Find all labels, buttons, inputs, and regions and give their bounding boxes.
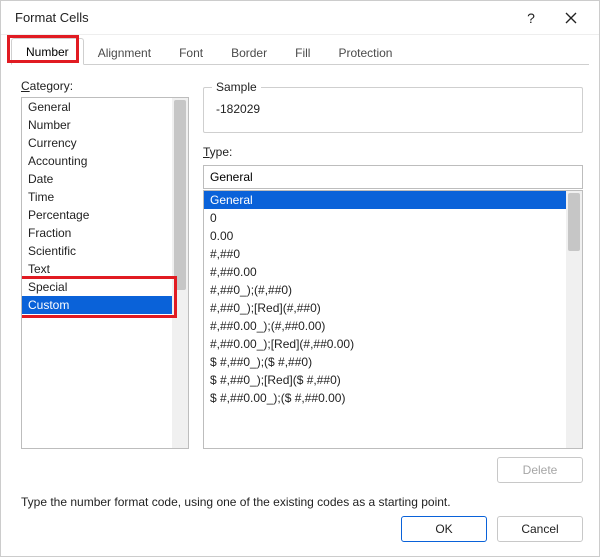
scrollbar-track[interactable] — [566, 191, 582, 448]
tab-border[interactable]: Border — [217, 40, 281, 65]
list-item[interactable]: Scientific — [22, 242, 172, 260]
dialog-title: Format Cells — [15, 10, 89, 25]
close-icon — [565, 12, 577, 24]
list-item[interactable]: 0.00 — [204, 227, 566, 245]
list-item[interactable]: Date — [22, 170, 172, 188]
tab-alignment[interactable]: Alignment — [84, 40, 165, 65]
sample-group: Sample -182029 — [203, 87, 583, 133]
type-listbox[interactable]: General00.00#,##0#,##0.00#,##0_);(#,##0)… — [203, 190, 583, 449]
ok-button[interactable]: OK — [401, 516, 487, 542]
list-item[interactable]: Accounting — [22, 152, 172, 170]
list-item[interactable]: General — [204, 191, 566, 209]
list-item[interactable]: 0 — [204, 209, 566, 227]
tab-protection[interactable]: Protection — [324, 40, 406, 65]
cancel-button[interactable]: Cancel — [497, 516, 583, 542]
list-item[interactable]: Fraction — [22, 224, 172, 242]
dialog-footer: OK Cancel — [401, 516, 583, 542]
list-item[interactable]: Time — [22, 188, 172, 206]
delete-button[interactable]: Delete — [497, 457, 583, 483]
scrollbar-thumb[interactable] — [568, 193, 580, 251]
list-item[interactable]: Currency — [22, 134, 172, 152]
scrollbar-thumb[interactable] — [174, 100, 186, 290]
tab-number[interactable]: Number — [11, 38, 84, 65]
list-item[interactable]: Number — [22, 116, 172, 134]
list-item[interactable]: #,##0.00_);[Red](#,##0.00) — [204, 335, 566, 353]
close-button[interactable] — [551, 3, 591, 33]
question-icon: ? — [527, 10, 535, 26]
list-item[interactable]: $ #,##0_);[Red]($ #,##0) — [204, 371, 566, 389]
list-item[interactable]: #,##0.00_);(#,##0.00) — [204, 317, 566, 335]
list-item[interactable]: Percentage — [22, 206, 172, 224]
list-item[interactable]: Text — [22, 260, 172, 278]
list-item[interactable]: #,##0.00 — [204, 263, 566, 281]
list-item[interactable]: #,##0_);[Red](#,##0) — [204, 299, 566, 317]
sample-value: -182029 — [216, 102, 570, 116]
title-bar: Format Cells ? — [1, 1, 599, 35]
list-item[interactable]: #,##0_);(#,##0) — [204, 281, 566, 299]
list-item[interactable]: $ #,##0_);($ #,##0) — [204, 353, 566, 371]
type-label: Type: — [203, 145, 583, 159]
tab-fill[interactable]: Fill — [281, 40, 324, 65]
help-button[interactable]: ? — [511, 3, 551, 33]
sample-legend: Sample — [212, 80, 261, 94]
list-item[interactable]: Custom — [22, 296, 172, 314]
category-listbox[interactable]: GeneralNumberCurrencyAccountingDateTimeP… — [21, 97, 189, 449]
tab-strip: Number Alignment Font Border Fill Protec… — [1, 35, 599, 65]
list-item[interactable]: $ #,##0.00_);($ #,##0.00) — [204, 389, 566, 407]
tab-font[interactable]: Font — [165, 40, 217, 65]
list-item[interactable]: #,##0 — [204, 245, 566, 263]
category-label: Category: — [21, 79, 189, 93]
hint-text: Type the number format code, using one o… — [1, 483, 599, 509]
list-item[interactable]: Special — [22, 278, 172, 296]
scrollbar-track[interactable] — [172, 98, 188, 448]
list-item[interactable]: General — [22, 98, 172, 116]
type-input[interactable] — [203, 165, 583, 189]
